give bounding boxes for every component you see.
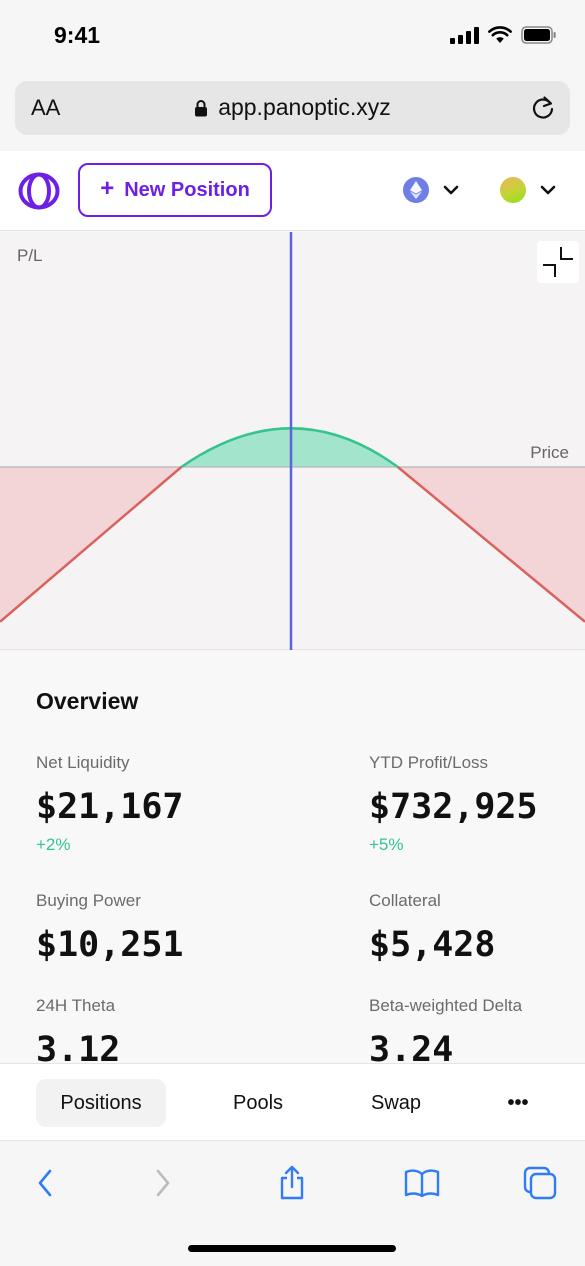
account-selector[interactable] bbox=[500, 177, 556, 203]
url-text: app.panoptic.xyz bbox=[218, 94, 391, 120]
metric-collateral: Collateral $5,428 bbox=[369, 891, 585, 965]
url-display[interactable]: app.panoptic.xyz bbox=[15, 94, 570, 121]
lock-icon bbox=[195, 99, 208, 116]
metric-label: Beta-weighted Delta bbox=[369, 996, 523, 1015]
bookmarks-button[interactable] bbox=[402, 1163, 442, 1203]
plus-icon: + bbox=[100, 175, 115, 202]
tab-pools[interactable]: Pools bbox=[208, 1079, 308, 1127]
share-button[interactable] bbox=[272, 1163, 312, 1203]
back-button[interactable] bbox=[25, 1163, 65, 1203]
metric-label: Net Liquidity bbox=[36, 753, 130, 772]
battery-icon bbox=[521, 26, 556, 44]
network-selector[interactable] bbox=[403, 177, 459, 203]
metric-value: 3.12 bbox=[36, 1030, 121, 1063]
tabs-button[interactable] bbox=[520, 1163, 560, 1203]
forward-button[interactable] bbox=[143, 1163, 183, 1203]
home-indicator bbox=[188, 1245, 396, 1252]
tab-positions[interactable]: Positions bbox=[36, 1079, 166, 1127]
overview-section: Overview Net Liquidity $21,167 +2% YTD P… bbox=[0, 651, 585, 1063]
status-icons bbox=[450, 26, 557, 44]
metric-change: +2% bbox=[36, 835, 71, 854]
tab-swap[interactable]: Swap bbox=[346, 1079, 446, 1127]
metric-value: 3.24 bbox=[369, 1030, 454, 1063]
chevron-down-icon bbox=[540, 185, 556, 195]
book-icon bbox=[404, 1169, 440, 1198]
reload-icon[interactable] bbox=[530, 94, 556, 122]
metric-beta-weighted-delta: Beta-weighted Delta 3.24 bbox=[369, 996, 579, 1063]
payoff-chart: P/L Price bbox=[0, 232, 585, 650]
wifi-icon bbox=[488, 26, 512, 43]
collapse-icon bbox=[543, 247, 573, 277]
browser-toolbar bbox=[0, 1141, 585, 1266]
new-position-label: New Position bbox=[124, 178, 250, 201]
metric-ytd-profit-loss: YTD Profit/Loss $732,925 +5% bbox=[369, 753, 585, 855]
avatar bbox=[500, 177, 526, 203]
metric-label: Buying Power bbox=[36, 891, 141, 910]
payoff-chart-svg bbox=[0, 232, 585, 650]
metric-value: $21,167 bbox=[36, 787, 184, 827]
app-tab-bar: Positions Pools Swap ••• bbox=[0, 1063, 585, 1141]
status-time: 9:41 bbox=[54, 22, 101, 48]
collapse-chart-button[interactable] bbox=[537, 241, 579, 283]
tabs-icon bbox=[523, 1166, 557, 1200]
metric-label: Collateral bbox=[369, 891, 441, 910]
metric-label: 24H Theta bbox=[36, 996, 116, 1015]
share-icon bbox=[280, 1165, 304, 1200]
more-menu-button[interactable]: ••• bbox=[488, 1079, 548, 1127]
x-axis-label: Price bbox=[530, 443, 569, 462]
metric-value: $5,428 bbox=[369, 925, 496, 965]
metric-net-liquidity: Net Liquidity $21,167 +2% bbox=[36, 753, 266, 855]
ethereum-icon bbox=[403, 177, 429, 203]
chevron-right-icon bbox=[156, 1169, 170, 1197]
metric-change: +5% bbox=[369, 835, 404, 854]
metric-value: $10,251 bbox=[36, 925, 184, 965]
chevron-down-icon bbox=[443, 185, 459, 195]
status-bar: 9:41 bbox=[0, 0, 585, 74]
chevron-left-icon bbox=[38, 1169, 52, 1197]
metric-buying-power: Buying Power $10,251 bbox=[36, 891, 266, 965]
new-position-button[interactable]: + New Position bbox=[78, 163, 272, 217]
metric-24h-theta: 24H Theta 3.12 bbox=[36, 996, 266, 1063]
app-header: + New Position bbox=[0, 151, 585, 231]
metric-value: $732,925 bbox=[369, 787, 538, 827]
cellular-signal-icon bbox=[450, 26, 479, 44]
address-bar[interactable]: AA app.panoptic.xyz bbox=[15, 81, 570, 135]
overview-title: Overview bbox=[36, 688, 139, 714]
y-axis-label: P/L bbox=[17, 246, 43, 265]
panoptic-logo-icon[interactable] bbox=[18, 172, 60, 210]
metric-label: YTD Profit/Loss bbox=[369, 753, 489, 772]
